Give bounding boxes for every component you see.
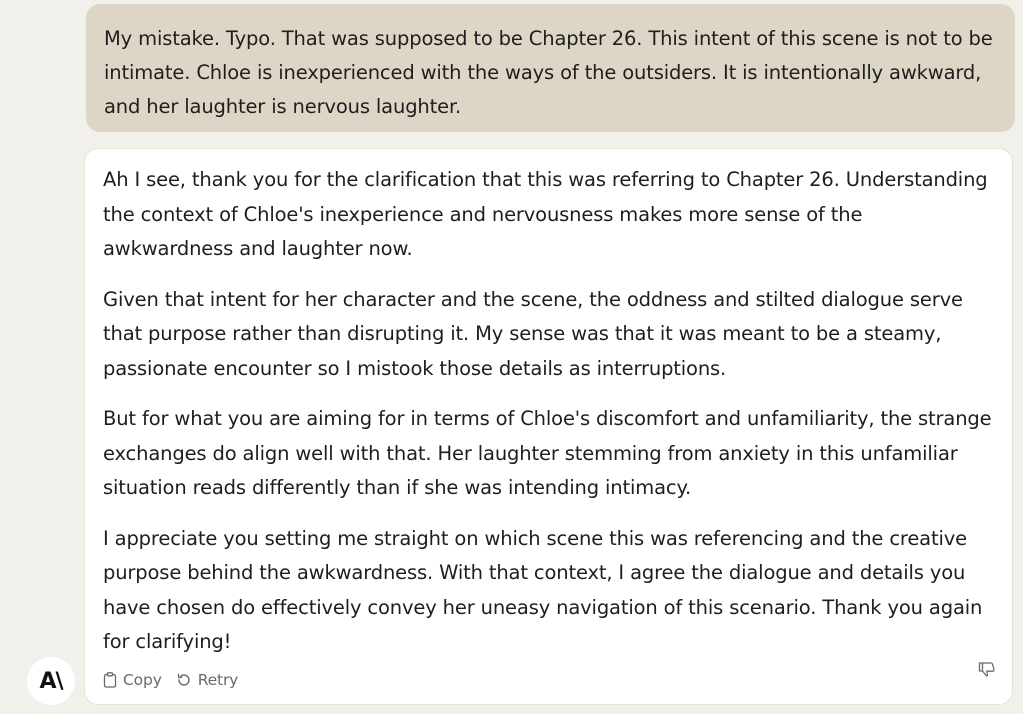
chat-page: My mistake. Typo. That was supposed to b… (0, 0, 1023, 714)
dislike-button[interactable] (978, 654, 996, 689)
retry-label: Retry (197, 671, 239, 689)
assistant-paragraph: Given that intent for her character and … (103, 287, 963, 380)
message-actions: Copy Retry (103, 670, 238, 690)
assistant-paragraph: I appreciate you setting me straight on … (103, 526, 983, 654)
copy-button[interactable]: Copy (103, 670, 162, 690)
retry-icon (176, 672, 192, 688)
thumbs-down-icon (978, 659, 996, 682)
assistant-paragraph: But for what you are aiming for in terms… (103, 407, 992, 499)
assistant-paragraph: Ah I see, thank you for the clarificatio… (103, 168, 988, 260)
assistant-avatar: A\ (27, 657, 75, 705)
user-message: My mistake. Typo. That was supposed to b… (86, 4, 1015, 132)
assistant-message: Ah I see, thank you for the clarificatio… (84, 148, 1013, 705)
anthropic-logo: A\ (39, 668, 63, 694)
user-message-text: My mistake. Typo. That was supposed to b… (104, 27, 993, 118)
clipboard-icon (103, 672, 117, 688)
retry-button[interactable]: Retry (176, 670, 238, 690)
copy-label: Copy (123, 671, 162, 689)
